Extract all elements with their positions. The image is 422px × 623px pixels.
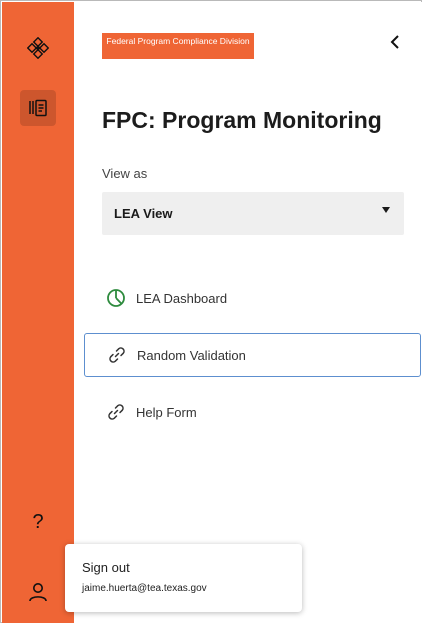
brand-logo: Federal Program Compliance Division	[102, 33, 254, 59]
link-icon	[105, 343, 129, 367]
diamond-cluster-logo-icon	[27, 37, 49, 59]
account-button[interactable]	[20, 574, 56, 610]
left-rail: ?	[2, 2, 74, 623]
caret-down-icon	[382, 207, 390, 213]
view-as-dropdown[interactable]: LEA View	[102, 192, 404, 235]
pages-icon	[29, 99, 47, 117]
chevron-left-icon	[390, 35, 399, 49]
help-button[interactable]: ?	[20, 504, 56, 540]
nav-item-label: LEA Dashboard	[136, 290, 228, 306]
pie-chart-icon	[104, 286, 128, 310]
help-icon: ?	[32, 511, 44, 533]
page-title: FPC: Program Monitoring	[102, 107, 382, 133]
nav-item-label: Random Validation	[137, 347, 246, 363]
collapse-panel-button[interactable]	[383, 30, 407, 54]
view-as-selected-value: LEA View	[114, 206, 173, 221]
sign-out-link[interactable]: Sign out	[82, 560, 130, 575]
nav-item-random-validation[interactable]: Random Validation	[84, 333, 421, 377]
nav-item-label: Help Form	[136, 404, 197, 420]
app-window: ? Federal Program Compliance Division FP…	[0, 0, 422, 623]
link-icon	[104, 400, 128, 424]
nav-item-lea-dashboard[interactable]: LEA Dashboard	[84, 276, 421, 320]
account-email: jaime.huerta@tea.texas.gov	[82, 583, 207, 594]
account-popover: Sign out jaime.huerta@tea.texas.gov	[65, 544, 302, 612]
rail-item-pages[interactable]	[20, 90, 56, 126]
navigation-panel: Federal Program Compliance Division FPC:…	[74, 2, 422, 623]
account-icon	[29, 583, 47, 602]
app-logo-button[interactable]	[20, 30, 56, 66]
view-as-label: View as	[102, 166, 148, 181]
nav-item-help-form[interactable]: Help Form	[84, 390, 421, 434]
